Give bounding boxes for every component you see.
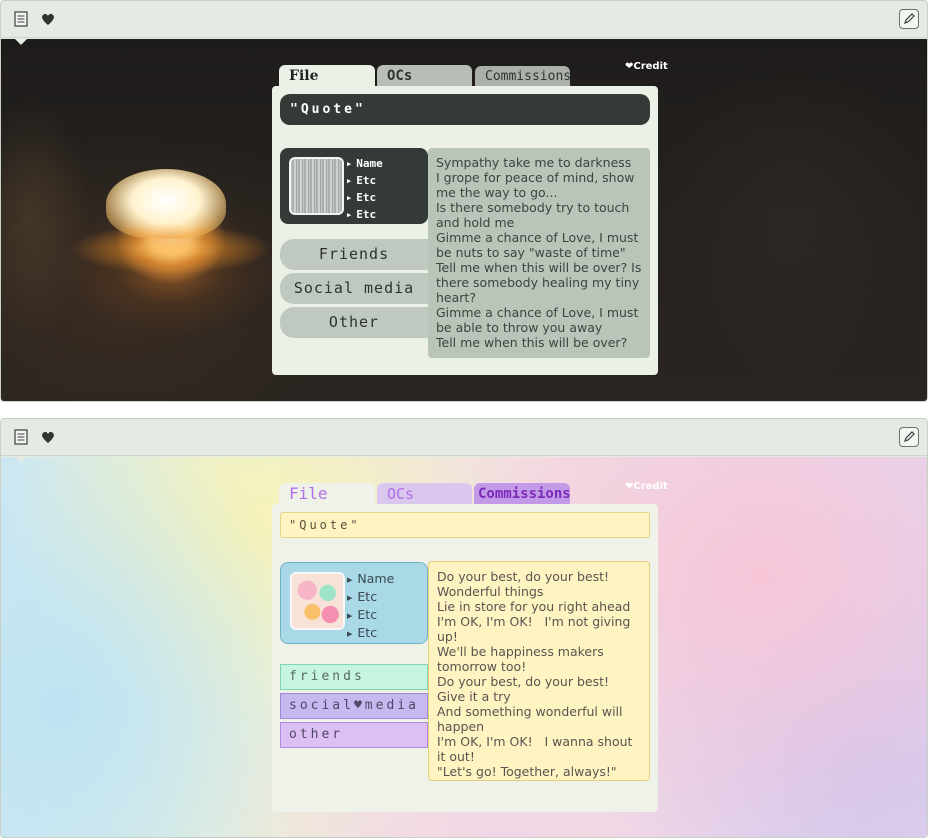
profile-field-name: Name [357, 571, 395, 586]
quote-bar: "Quote" [280, 94, 650, 125]
tab-file[interactable]: File [279, 483, 375, 505]
toolbar-notch [14, 38, 28, 45]
profile-field: ▶ Etc [347, 173, 383, 190]
profile-field-etc: Etc [357, 607, 378, 622]
document-icon[interactable] [13, 429, 29, 445]
profile-field: ▶ Etc [347, 607, 394, 625]
pencil-icon[interactable] [899, 9, 919, 29]
bullet-icon: ▶ [347, 630, 353, 638]
nav-friends-button[interactable]: Friends [280, 239, 428, 270]
profile-field: ▶ Name [347, 156, 383, 173]
profile-card: "Quote" ▶ Name ▶ Etc ▶ Etc ▶ Etc Friends Soc… [272, 86, 658, 375]
heart-icon[interactable] [40, 429, 56, 445]
bullet-icon: ▶ [347, 211, 352, 219]
profile-card: "Quote" ▶ Name ▶ Etc ▶ Etc ▶ Etc friends soc… [272, 504, 658, 812]
foliage-right [641, 39, 927, 401]
toolbar-notch [14, 456, 28, 463]
profile-field: ▶ Name [347, 571, 394, 589]
heart-icon[interactable] [40, 11, 56, 27]
profile-field-etc: Etc [356, 191, 377, 204]
credit-link[interactable]: ❤Credit [625, 61, 668, 72]
lyrics-box: Sympathy take me to darkness I grope for… [428, 148, 650, 358]
lamp-flowers [71, 219, 271, 279]
profile-field-etc: Etc [356, 174, 377, 187]
bullet-icon: ▶ [347, 576, 353, 584]
lyrics-box: Do your best, do your best! Wonderful th… [428, 561, 650, 781]
nav-social-media-button[interactable]: social♥media [280, 693, 428, 719]
profile-field: ▶ Etc [347, 625, 394, 643]
tab-ocs[interactable]: OCs [377, 65, 472, 87]
credit-link[interactable]: ❤Credit [625, 481, 668, 492]
post-toolbar [1, 1, 927, 38]
tab-commissions[interactable]: Commissions [475, 66, 571, 87]
profile-fields: ▶ Name ▶ Etc ▶ Etc ▶ Etc [347, 571, 394, 643]
profile-field-name: Name [356, 157, 383, 170]
tab-commissions[interactable]: Commissions [474, 483, 571, 505]
post-toolbar [1, 419, 927, 456]
profile-field-etc: Etc [356, 208, 377, 221]
profile-field-etc: Etc [357, 625, 378, 640]
avatar [289, 157, 344, 215]
document-icon[interactable] [13, 11, 29, 27]
nav-other-button[interactable]: Other [280, 307, 428, 338]
bullet-icon: ▶ [347, 177, 352, 185]
tab-file[interactable]: File [279, 65, 375, 87]
bullet-icon: ▶ [347, 194, 352, 202]
profile-field: ▶ Etc [347, 190, 383, 207]
bullet-icon: ▶ [347, 160, 352, 168]
profile-field: ▶ Etc [347, 589, 394, 607]
nav-other-button[interactable]: other [280, 722, 428, 748]
bullet-icon: ▶ [347, 612, 353, 620]
profile-fields: ▶ Name ▶ Etc ▶ Etc ▶ Etc [347, 156, 383, 224]
tab-ocs[interactable]: OCs [377, 483, 472, 505]
post-panel-1: ❤Credit File OCs Commissions "Quote" ▶ Na… [0, 0, 928, 402]
nav-friends-button[interactable]: friends [280, 664, 428, 690]
nav-social-media-button[interactable]: Social media [280, 273, 428, 304]
avatar [290, 572, 345, 630]
profile-box: ▶ Name ▶ Etc ▶ Etc ▶ Etc [280, 148, 428, 224]
profile-field: ▶ Etc [347, 207, 383, 224]
pencil-icon[interactable] [899, 427, 919, 447]
profile-field-etc: Etc [357, 589, 378, 604]
post-panel-2: ❤Credit File OCs Commissions "Quote" ▶ Na… [0, 418, 928, 838]
profile-box: ▶ Name ▶ Etc ▶ Etc ▶ Etc [280, 562, 428, 644]
quote-bar: "Quote" [280, 512, 650, 538]
bullet-icon: ▶ [347, 594, 353, 602]
